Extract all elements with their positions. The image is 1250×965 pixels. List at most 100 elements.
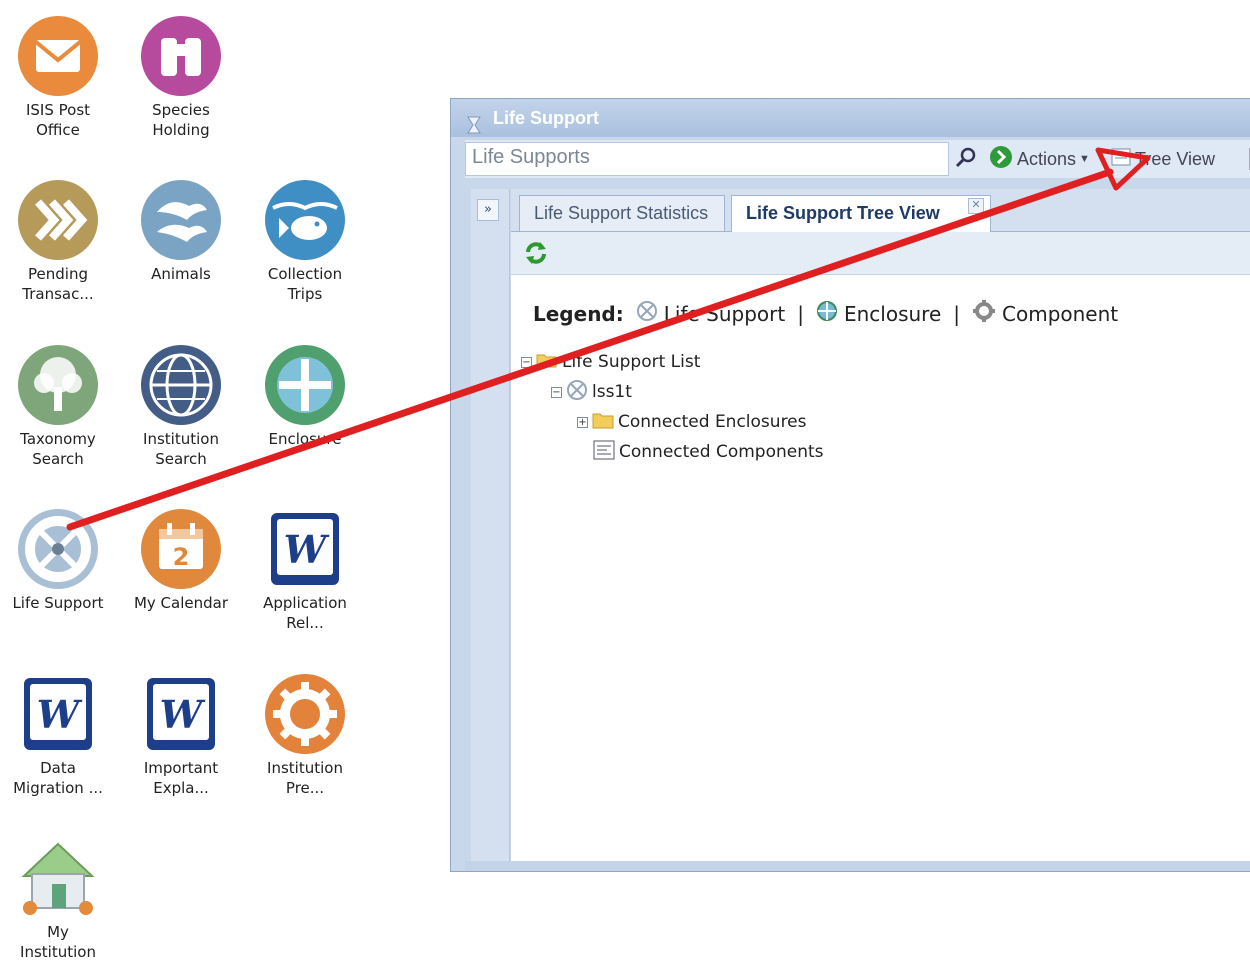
tree-node-label: Connected Enclosures [618,412,807,432]
legend-heading: Legend: [533,301,624,326]
collapse-toggle[interactable]: − [551,386,562,398]
search-icon [955,146,977,172]
actions-label: Actions [1017,148,1077,169]
folder-icon [592,411,614,434]
icon-label: My Calendar [133,594,229,612]
tree-icon [16,343,100,427]
svg-text:W: W [37,692,83,737]
collapse-toggle[interactable]: − [521,356,532,368]
tree-view-icon [1111,148,1131,171]
tab-panel: Life Support Statistics Life Support Tre… [511,189,1250,861]
binoculars-icon [139,14,223,98]
word-doc-icon: W [263,507,347,591]
desktop-icon-institution-search[interactable]: Institution Search [126,343,236,469]
icon-label: Species Holding [152,101,210,139]
word-doc-icon: W [139,672,223,756]
enclosure-icon [263,343,347,427]
expand-panel-button[interactable]: » [477,199,499,221]
icon-label: Institution Search [143,430,219,468]
tab-strip: Life Support Statistics Life Support Tre… [511,189,1250,232]
desktop-icon-pending-transactions[interactable]: Pending Transac... [3,178,113,304]
search-input[interactable]: Life Supports [465,142,949,176]
refresh-icon [523,242,549,270]
calendar-icon: 2 [139,507,223,591]
legend-item-enclosure: Enclosure [843,301,942,326]
forward-arrows-icon [16,178,100,262]
chevron-down-icon: ▼ [1079,153,1090,165]
svg-text:W: W [160,692,206,737]
enclosure-small-icon [816,300,838,327]
tree-view-label: Tree View [1135,148,1216,169]
desktop-icon-collection-trips[interactable]: Collection Trips [250,178,360,304]
globe-icon [139,343,223,427]
svg-text:W: W [284,527,330,572]
folder-open-icon [536,351,558,374]
search-button[interactable] [951,144,981,174]
window-title: Life Support [493,108,599,128]
tree-node-label: Life Support List [562,352,701,372]
desktop-icon-species-holding[interactable]: Species Holding [126,14,236,140]
gear-icon [263,672,347,756]
desktop-icon-my-institution[interactable]: My Institution [3,836,113,962]
tree-node-connected-components[interactable]: Connected Components [593,439,824,465]
desktop-icon-enclosure[interactable]: Enclosure [250,343,360,449]
icon-label: Institution Pre... [267,759,343,797]
icon-label: Taxonomy Search [20,430,96,468]
tree-node-lss1t[interactable]: − lss1t [551,379,632,405]
icon-label: Animals [151,265,211,283]
refresh-button[interactable] [523,240,549,266]
legend-separator: | [953,301,961,326]
life-support-small-icon [636,300,658,327]
fish-icon [263,178,347,262]
icon-label: Important Expla... [143,759,219,797]
life-support-window: Life Support Life Supports Actions ▼ Tre… [450,98,1250,872]
desktop-icon-isis-post-office[interactable]: ISIS Post Office [3,14,113,140]
tree-node-label: Connected Components [619,442,824,462]
list-document-icon [593,440,615,465]
actions-menu-button[interactable]: Actions ▼ [989,145,1090,174]
tab-life-support-tree-view[interactable]: Life Support Tree View ✕ [731,195,991,232]
window-toolbar: Life Supports Actions ▼ Tree View [465,140,1250,178]
tree-node-label: lss1t [592,382,632,402]
icon-label: Data Migration ... [13,759,103,797]
green-arrow-icon [989,145,1013,174]
window-title-bar[interactable]: Life Support [451,99,1250,137]
life-support-icon [16,507,100,591]
word-doc-icon: W [16,672,100,756]
legend-item-life-support: Life Support [663,301,786,326]
desktop-icon-important-expla[interactable]: W Important Expla... [126,672,236,798]
desktop-icon-data-migration[interactable]: W Data Migration ... [3,672,113,798]
desktop-icon-institution-preferences[interactable]: Institution Pre... [250,672,360,798]
desktop-icon-animals[interactable]: Animals [126,178,236,284]
desktop-icon-application-rel[interactable]: W Application Rel... [250,507,360,633]
legend-separator: | [797,301,804,326]
desktop-icon-my-calendar[interactable]: 2 My Calendar [126,507,236,613]
window-bottom-border [465,861,1250,871]
desktop-icon-taxonomy-search[interactable]: Taxonomy Search [3,343,113,469]
close-icon[interactable]: ✕ [968,198,984,214]
icon-label: ISIS Post Office [25,101,91,139]
desktop-icon-life-support[interactable]: Life Support [3,507,113,613]
component-gear-icon [972,299,996,328]
animals-icon [139,178,223,262]
envelope-icon [16,14,100,98]
icon-label: My Institution [20,923,96,961]
tree-node-root[interactable]: − Life Support List [521,349,700,375]
legend: Legend: Life Support | Enclosure | Compo… [533,299,1118,328]
calendar-day-number: 2 [173,543,190,571]
icon-label: Collection Trips [267,265,343,303]
icon-label: Life Support [12,594,104,612]
west-panel-strip: » [471,189,510,861]
icon-label: Pending Transac... [22,265,94,303]
tree-toolbar [511,232,1250,275]
tree-node-connected-enclosures[interactable]: + Connected Enclosures [577,409,807,435]
expand-toggle[interactable]: + [577,416,588,428]
tab-label: Life Support Statistics [534,203,709,223]
icon-label: Application Rel... [263,594,347,632]
tree-view-button[interactable]: Tree View [1111,146,1215,172]
tab-life-support-statistics[interactable]: Life Support Statistics [519,195,725,231]
life-support-small-icon [566,379,588,406]
house-icon [16,836,100,920]
icon-label: Enclosure [268,430,342,448]
legend-item-component: Component [1002,301,1119,326]
